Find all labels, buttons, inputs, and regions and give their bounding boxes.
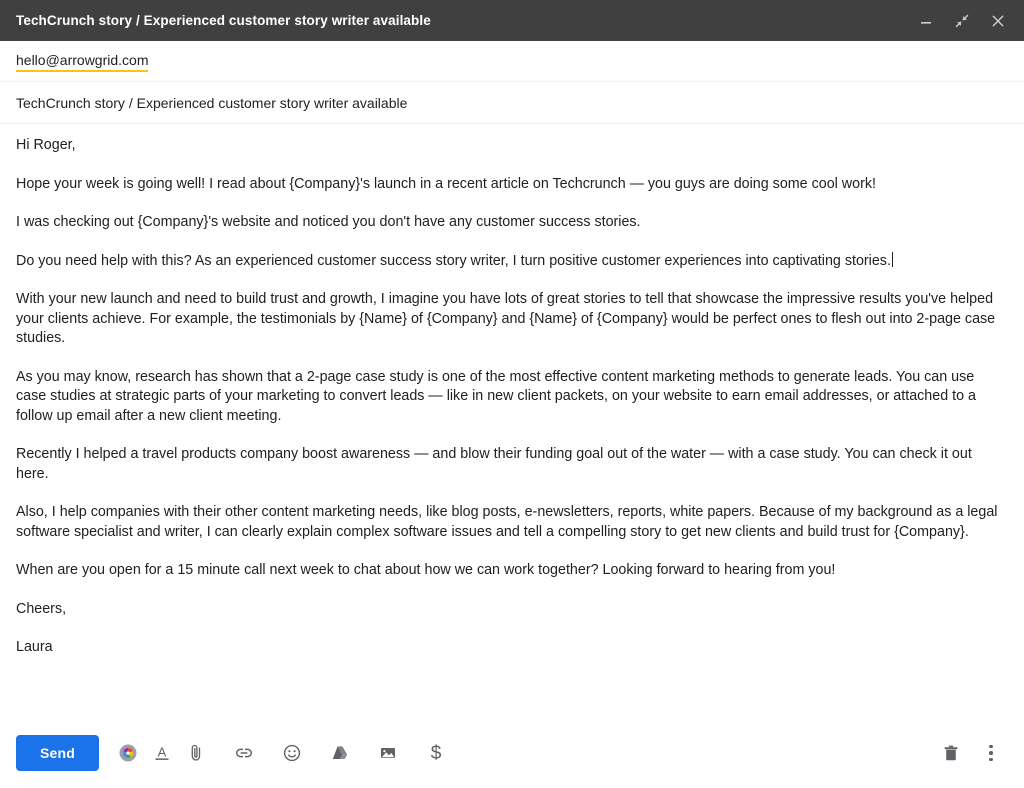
window-controls [916,11,1008,31]
more-options-icon[interactable] [974,736,1008,770]
body-paragraph: I was checking out {Company}'s website a… [16,214,641,230]
recipient-field-row[interactable]: hello@arrowgrid.com [0,41,1024,82]
compose-window: TechCrunch story / Experienced customer … [0,0,1024,788]
close-button[interactable] [988,11,1008,31]
window-titlebar: TechCrunch story / Experienced customer … [0,0,1024,41]
recipient-chip[interactable]: hello@arrowgrid.com [16,52,149,72]
attach-file-icon[interactable] [179,736,213,770]
body-paragraph: Laura [16,639,53,655]
minimize-button[interactable] [916,11,936,31]
google-drive-icon[interactable] [323,736,357,770]
body-paragraph: Also, I help companies with their other … [16,504,998,540]
svg-text:A: A [158,745,167,760]
discard-draft-icon[interactable] [934,736,968,770]
body-paragraph: With your new launch and need to build t… [16,291,996,346]
body-paragraph: As you may know, research has shown that… [16,368,976,424]
body-paragraph: Hope your week is going well! I read abo… [16,175,876,192]
text-caret [891,251,893,267]
message-body[interactable]: Hi Roger, Hope your week is going well! I… [0,124,1024,726]
insert-photo-icon[interactable] [371,736,405,770]
format-text-icon[interactable]: A [145,736,179,770]
body-paragraph: Recently I helped a travel products comp… [16,446,972,482]
toolbar-right-group [934,736,1008,770]
exit-fullscreen-button[interactable] [952,11,972,31]
compose-toolbar: Send A $ [0,726,1024,788]
toolbar-icon-group: A $ [111,736,453,770]
body-paragraph: Hi Roger, [16,137,76,153]
dollar-glyph: $ [430,742,442,764]
kebab-dots [989,744,993,762]
body-paragraph: Cheers, [16,600,67,617]
insert-emoji-icon[interactable] [275,736,309,770]
window-title: TechCrunch story / Experienced customer … [16,13,431,28]
body-paragraph: When are you open for a 15 minute call n… [16,562,836,578]
body-paragraph: Do you need help with this? As an experi… [16,251,893,269]
color-wheel-icon[interactable] [111,736,145,770]
subject-field-row[interactable]: TechCrunch story / Experienced customer … [0,82,1024,124]
send-button[interactable]: Send [16,735,100,771]
insert-money-icon[interactable]: $ [419,736,453,770]
insert-link-icon[interactable] [227,736,261,770]
subject-input[interactable]: TechCrunch story / Experienced customer … [16,95,407,111]
